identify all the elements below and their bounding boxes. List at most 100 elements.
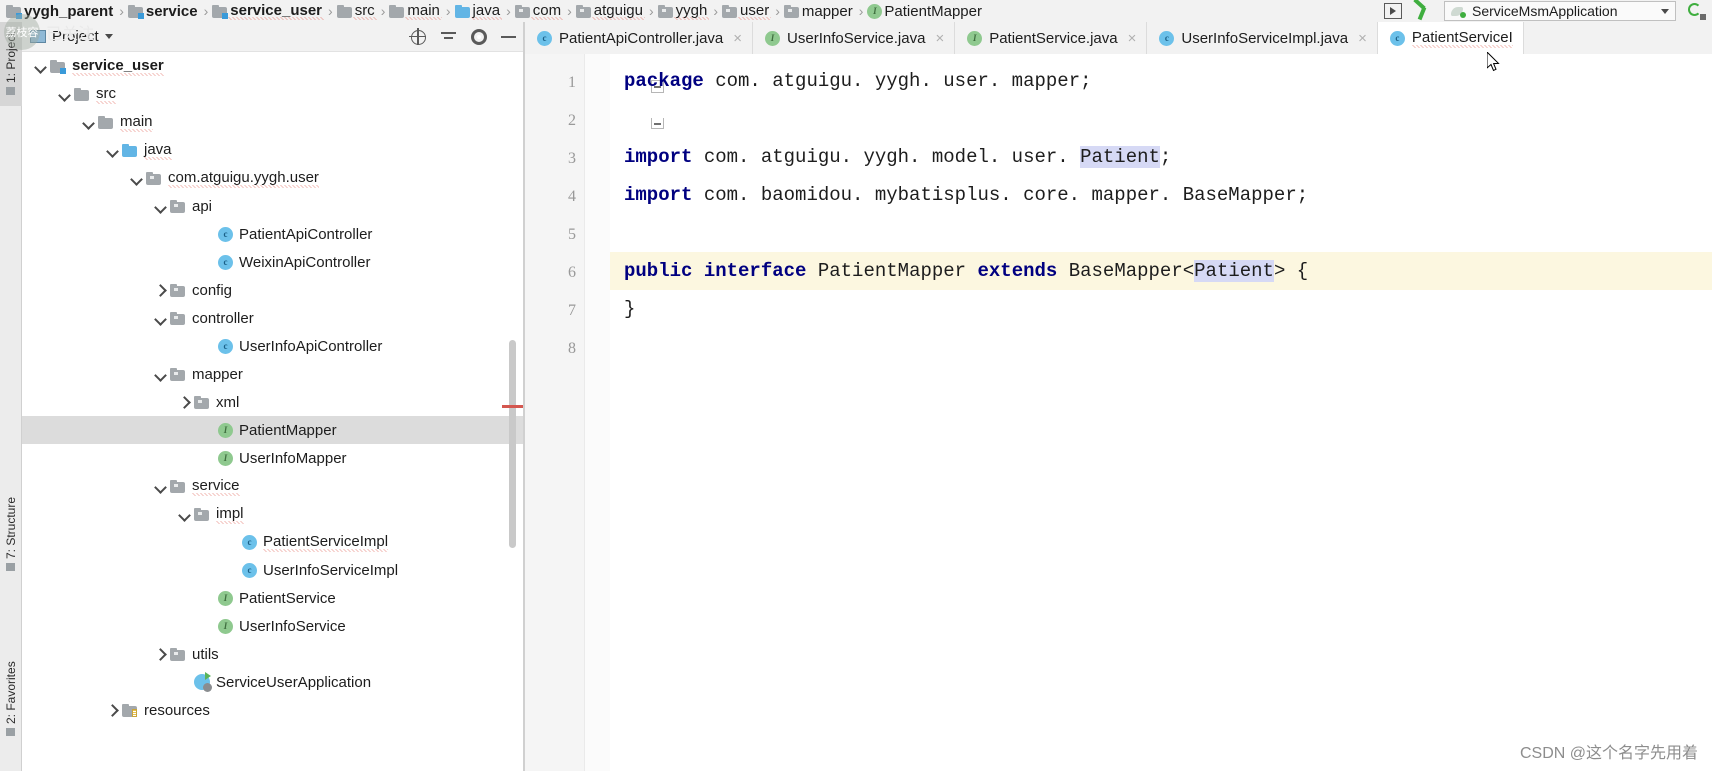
- run-icon[interactable]: [1384, 3, 1402, 19]
- folder-icon: [336, 4, 353, 18]
- breadcrumb-item-atguigu[interactable]: atguigu: [574, 0, 647, 22]
- project-panel-toolbar: [409, 28, 516, 45]
- chevron-right-icon[interactable]: [176, 394, 192, 410]
- code-line[interactable]: public interface PatientMapper extends B…: [624, 260, 1308, 282]
- editor-code-area[interactable]: package com. atguigu. yygh. user. mapper…: [610, 54, 1712, 771]
- follow-badge: 已关注: [46, 26, 95, 43]
- tree-item-service[interactable]: service: [22, 472, 524, 500]
- tree-item-java[interactable]: java: [22, 136, 524, 164]
- tree-item-serviceuserapplication[interactable]: ServiceUserApplication: [22, 668, 524, 696]
- build-hammer-icon[interactable]: [1412, 0, 1434, 21]
- code-text: > {: [1273, 260, 1309, 282]
- editor-gutter: 1 2 3 4 5 6 7 8: [525, 54, 585, 771]
- breadcrumb-item-user[interactable]: user: [720, 0, 773, 22]
- tree-item-label: UserInfoApiController: [239, 337, 383, 355]
- chevron-down-icon[interactable]: [1661, 8, 1669, 14]
- editor-tab-patientservicei[interactable]: c PatientServiceI: [1377, 22, 1524, 54]
- close-icon[interactable]: ×: [1128, 30, 1137, 47]
- project-tree[interactable]: service_user src main java com.atguigu.yygh.…: [22, 52, 524, 771]
- tree-item-resources[interactable]: resources: [22, 696, 524, 724]
- tool-tab-structure[interactable]: 7: Structure: [0, 482, 22, 586]
- run-configuration-selector[interactable]: ServiceMsmApplication: [1444, 1, 1676, 21]
- breadcrumb-item-com[interactable]: com: [513, 0, 565, 22]
- chevron-down-icon[interactable]: [152, 366, 168, 382]
- chevron-right-icon[interactable]: [104, 702, 120, 718]
- editor-fold-column[interactable]: [585, 54, 664, 771]
- chevron-down-icon[interactable]: [152, 198, 168, 214]
- tree-item-label: api: [192, 197, 213, 215]
- rerun-icon[interactable]: [1686, 1, 1706, 21]
- tree-item-label: PatientApiController: [239, 225, 373, 243]
- tree-item-service-user[interactable]: service_user: [22, 52, 524, 80]
- code-line[interactable]: import com. atguigu. yygh. model. user. …: [624, 146, 1171, 168]
- tree-item-main[interactable]: main: [22, 108, 524, 136]
- tree-item-label: UserInfoService: [239, 617, 346, 635]
- editor-tab-patientservice-java[interactable]: I PatientService.java ×: [955, 22, 1148, 54]
- chevron-down-icon[interactable]: [56, 86, 72, 102]
- line-number: 3: [568, 150, 576, 167]
- breadcrumb-separator: ›: [775, 3, 780, 19]
- chevron-down-icon[interactable]: [176, 506, 192, 522]
- code-line[interactable]: package com. atguigu. yygh. user. mapper…: [624, 70, 1092, 92]
- breadcrumb-item-yygh[interactable]: yygh: [656, 0, 712, 22]
- tree-item-xml[interactable]: xml: [22, 388, 524, 416]
- chevron-right-icon[interactable]: [152, 646, 168, 662]
- chevron-right-icon[interactable]: [152, 282, 168, 298]
- breadcrumb-item-service-user[interactable]: service_user: [210, 0, 326, 22]
- watermark-follow-overlay: 荔枝容 已关注: [4, 14, 94, 50]
- tree-item-patientapicontroller[interactable]: c PatientApiController: [22, 220, 524, 248]
- chevron-down-icon[interactable]: [152, 478, 168, 494]
- folder-package-icon: [514, 4, 531, 18]
- tree-item-userinfoapicontroller[interactable]: c UserInfoApiController: [22, 332, 524, 360]
- tree-item-userinfoservice[interactable]: I UserInfoService: [22, 612, 524, 640]
- hide-panel-icon[interactable]: [501, 35, 516, 38]
- tree-item-api[interactable]: api: [22, 192, 524, 220]
- code-line[interactable]: }: [624, 298, 635, 320]
- folder-package-icon: [783, 4, 800, 18]
- chevron-down-icon[interactable]: [128, 170, 144, 186]
- breadcrumb-item-mapper[interactable]: mapper: [782, 0, 857, 22]
- tree-item-patientservice[interactable]: I PatientService: [22, 584, 524, 612]
- tree-item-label: utils: [192, 645, 219, 663]
- breadcrumb-item-java[interactable]: java: [453, 0, 505, 22]
- chevron-down-icon[interactable]: [80, 114, 96, 130]
- breadcrumb-item-service[interactable]: service: [126, 0, 202, 22]
- tree-item-patientmapper[interactable]: I PatientMapper: [22, 416, 524, 444]
- breadcrumb-item-src[interactable]: src: [335, 0, 379, 22]
- close-icon[interactable]: ×: [733, 30, 742, 47]
- chevron-down-icon[interactable]: [32, 58, 48, 74]
- tree-item-controller[interactable]: controller: [22, 304, 524, 332]
- close-icon[interactable]: ×: [935, 30, 944, 47]
- tree-item-com-atguigu-yygh-user[interactable]: com.atguigu.yygh.user: [22, 164, 524, 192]
- tree-item-impl[interactable]: impl: [22, 500, 524, 528]
- editor-tab-userinfoservice-java[interactable]: I UserInfoService.java ×: [753, 22, 956, 54]
- tree-item-config[interactable]: config: [22, 276, 524, 304]
- select-opened-file-icon[interactable]: [409, 28, 426, 45]
- gear-icon[interactable]: [471, 28, 487, 45]
- collapse-all-icon[interactable]: [440, 28, 457, 45]
- breadcrumb-item-main[interactable]: main: [387, 0, 444, 22]
- tree-item-weixinapicontroller[interactable]: c WeixinApiController: [22, 248, 524, 276]
- breadcrumb-item-label: PatientMapper: [884, 2, 982, 20]
- tree-item-utils[interactable]: utils: [22, 640, 524, 668]
- editor-tab-patientapicontroller-java[interactable]: c PatientApiController.java ×: [525, 22, 754, 54]
- tree-item-patientserviceimpl[interactable]: c PatientServiceImpl: [22, 528, 524, 556]
- tree-item-userinfomapper[interactable]: I UserInfoMapper: [22, 444, 524, 472]
- code-editor[interactable]: 1 2 3 4 5 6 7 8 package com. atguigu. yygh. use…: [525, 54, 1712, 771]
- chevron-down-icon[interactable]: [152, 310, 168, 326]
- tool-tab-favorites[interactable]: 2: Favorites: [0, 644, 22, 754]
- breadcrumb-item-patientmapper[interactable]: I PatientMapper: [865, 0, 986, 22]
- breadcrumb-separator: ›: [203, 3, 209, 19]
- close-icon[interactable]: ×: [1358, 30, 1367, 47]
- tree-item-mapper[interactable]: mapper: [22, 360, 524, 388]
- code-line[interactable]: import com. baomidou. mybatisplus. core.…: [624, 184, 1308, 206]
- tree-item-label: main: [120, 112, 153, 132]
- tree-item-userinfoserviceimpl[interactable]: c UserInfoServiceImpl: [22, 556, 524, 584]
- project-view-chevron-icon[interactable]: [104, 34, 113, 39]
- project-scrollbar[interactable]: [509, 340, 516, 548]
- editor-tab-userinfoserviceimpl-java[interactable]: c UserInfoServiceImpl.java ×: [1147, 22, 1378, 54]
- chevron-down-icon[interactable]: [104, 142, 120, 158]
- tree-item-src[interactable]: src: [22, 80, 524, 108]
